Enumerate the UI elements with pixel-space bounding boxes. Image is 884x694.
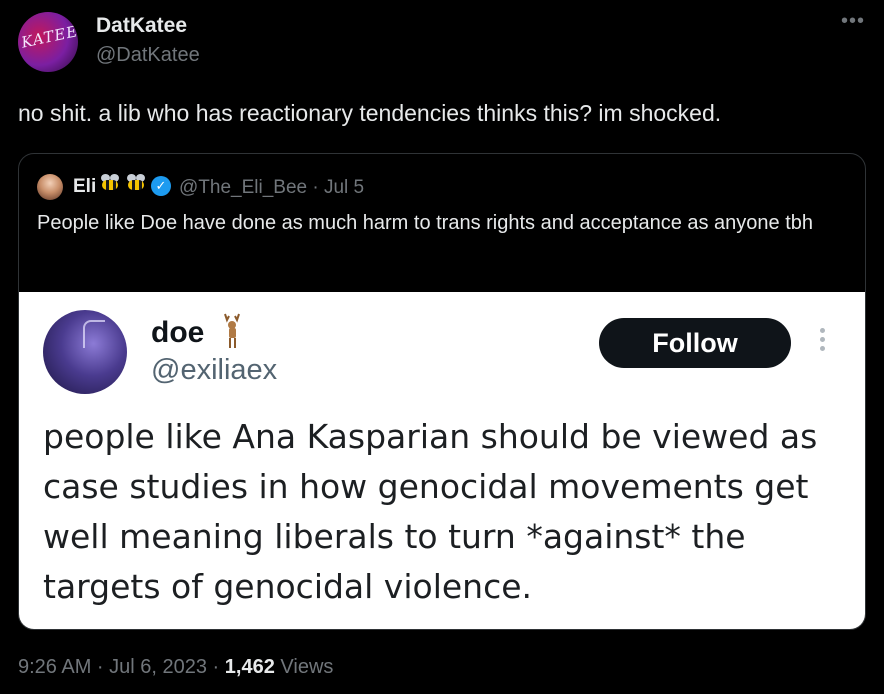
embedded-author-avatar bbox=[43, 310, 127, 394]
quote-author-avatar[interactable] bbox=[37, 174, 63, 200]
avatar-logo-text: KATEE bbox=[19, 22, 78, 52]
views-label: Views bbox=[274, 656, 334, 678]
author-display-name[interactable]: DatKatee bbox=[96, 14, 187, 38]
quote-handle-date[interactable]: @The_Eli_Bee · Jul 5 bbox=[179, 177, 364, 199]
author-handle[interactable]: @DatKatee bbox=[96, 44, 200, 67]
embedded-author-name: doe bbox=[151, 316, 205, 349]
author-avatar[interactable]: KATEE bbox=[18, 12, 78, 72]
bee-icon bbox=[99, 174, 121, 192]
tweet-timestamp[interactable]: 9:26 AM · Jul 6, 2023 · bbox=[18, 656, 225, 678]
quote-name-emoji bbox=[99, 174, 147, 192]
more-options-icon[interactable]: ••• bbox=[838, 10, 868, 32]
views-count: 1,462 bbox=[224, 656, 275, 678]
bee-icon bbox=[125, 174, 147, 192]
quote-text: People like Doe have done as much harm t… bbox=[37, 212, 814, 234]
embedded-tweet-image[interactable]: doe @exiliaex Follow people like Ana Kas… bbox=[19, 292, 865, 629]
tweet-text: no shit. a lib who has reactionary tende… bbox=[18, 100, 722, 126]
deer-icon bbox=[224, 313, 240, 348]
embedded-tweet-text: people like Ana Kasparian should be view… bbox=[43, 417, 818, 606]
quote-author-name[interactable]: Eli bbox=[73, 176, 96, 198]
tweet-meta: 9:26 AM · Jul 6, 2023 · 1,462 Views bbox=[18, 656, 333, 679]
verified-badge-icon: ✓ bbox=[151, 176, 171, 196]
vertical-more-icon bbox=[817, 328, 827, 360]
quoted-tweet-card[interactable]: Eli ✓ @The_Eli_Bee · Jul 5 People like D… bbox=[18, 153, 866, 630]
embedded-author-handle: @exiliaex bbox=[151, 354, 278, 386]
follow-button: Follow bbox=[599, 318, 791, 368]
